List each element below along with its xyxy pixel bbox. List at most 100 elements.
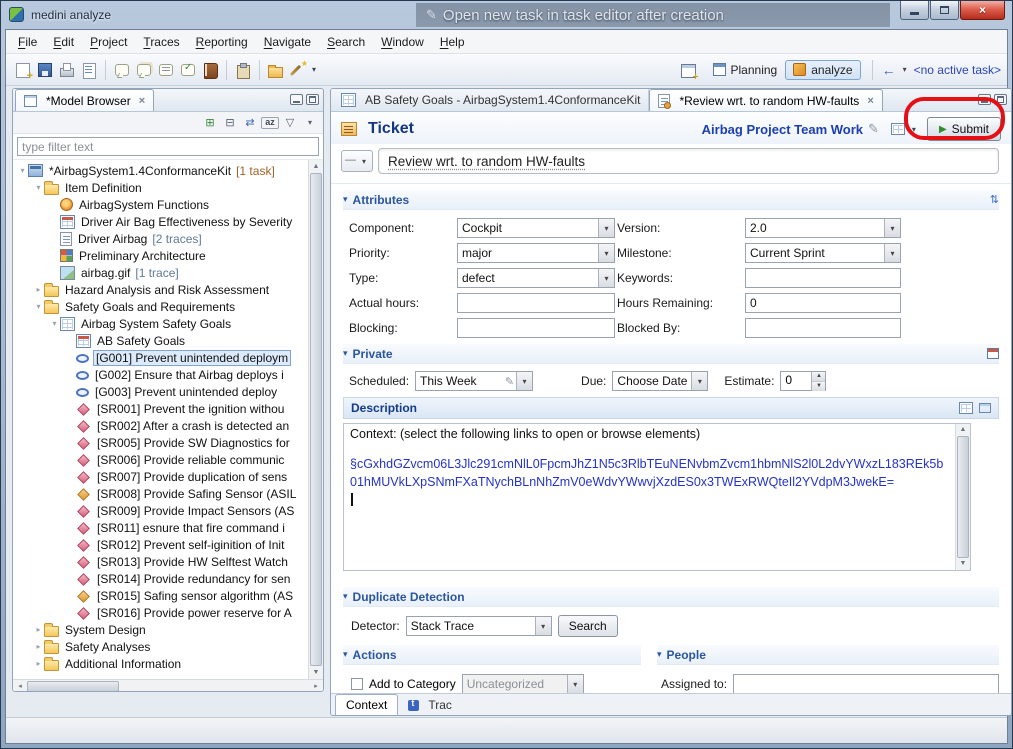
attributes-section-header[interactable]: ▾ Attributes ⇅ xyxy=(343,190,999,210)
tree-item[interactable]: [SR011] esnure that fire command i xyxy=(13,519,307,536)
tree-item[interactable]: ▸Hazard Analysis and Risk Assessment xyxy=(13,281,307,298)
chevron-down-icon[interactable]: ▾ xyxy=(598,244,614,262)
maximize-editor-icon[interactable] xyxy=(994,94,1007,105)
scroll-left-icon[interactable]: ◂ xyxy=(13,680,27,692)
duplicate-detection-section-header[interactable]: ▾ Duplicate Detection xyxy=(343,587,999,607)
assigned-to-input[interactable] xyxy=(733,674,999,693)
back-arrow-icon[interactable]: ← xyxy=(879,60,899,80)
description-section-header[interactable]: Description xyxy=(343,397,999,419)
filter-icon[interactable]: ▽ xyxy=(281,115,299,131)
people-section-header[interactable]: ▾ People xyxy=(657,645,999,665)
filter-input[interactable] xyxy=(17,137,319,156)
chevron-down-icon[interactable]: ▾ xyxy=(884,244,900,262)
tree-item[interactable]: [SR015] Safing sensor algorithm (AS xyxy=(13,587,307,604)
tree-item[interactable]: ▸Safety Analyses xyxy=(13,638,307,655)
scheduled-field[interactable]: This Week ✎ ▾ xyxy=(415,371,533,391)
expand-all-icon[interactable]: ⊞ xyxy=(201,115,219,131)
notebook-icon[interactable] xyxy=(200,60,220,80)
link-editor-icon[interactable]: ⇄ xyxy=(241,115,259,131)
tree-item[interactable]: [G002] Ensure that Airbag deploys i xyxy=(13,366,307,383)
tree-item[interactable]: ▾Item Definition xyxy=(13,179,307,196)
tree-item[interactable]: [G001] Prevent unintended deploym xyxy=(13,349,307,366)
version-field[interactable]: 2.0▾ xyxy=(745,218,901,238)
menu-traces[interactable]: Traces xyxy=(135,32,187,52)
review-icon[interactable] xyxy=(178,60,198,80)
tree-item[interactable]: [SR006] Provide reliable communic xyxy=(13,451,307,468)
edit-repository-icon[interactable]: ✎ xyxy=(868,121,879,137)
tree-item[interactable]: AB Safety Goals xyxy=(13,332,307,349)
model-browser-tab[interactable]: *Model Browser × xyxy=(15,89,154,111)
bottom-tab-trac[interactable]: Trac xyxy=(398,694,462,715)
collapse-all-icon[interactable]: ⊟ xyxy=(221,115,239,131)
edit-schedule-icon[interactable]: ✎ xyxy=(505,375,514,388)
tree-item[interactable]: ▾Airbag System Safety Goals xyxy=(13,315,307,332)
chevron-down-icon[interactable]: ▾ xyxy=(598,269,614,287)
report-icon[interactable] xyxy=(79,60,99,80)
chevron-down-icon[interactable]: ▾ xyxy=(516,372,532,390)
tree-item[interactable]: Preliminary Architecture xyxy=(13,247,307,264)
task-history-caret-icon[interactable]: ▾ xyxy=(903,65,907,74)
private-section-header[interactable]: ▾ Private xyxy=(343,344,999,364)
tree-vertical-scrollbar[interactable]: ▲ ▼ xyxy=(308,160,323,679)
type-field[interactable]: defect▾ xyxy=(457,268,615,288)
tree-item[interactable]: airbag.gif[1 trace] xyxy=(13,264,307,281)
tree-item[interactable]: [SR013] Provide HW Selftest Watch xyxy=(13,553,307,570)
maximize-view-icon[interactable] xyxy=(306,94,319,105)
menu-reporting[interactable]: Reporting xyxy=(188,32,256,52)
scrollbar-thumb[interactable] xyxy=(310,173,322,666)
search-button[interactable]: Search xyxy=(558,615,618,637)
category-field[interactable]: Uncategorized ▾ xyxy=(462,674,584,693)
sort-alpha-icon[interactable]: az xyxy=(261,117,279,129)
tree-horizontal-scrollbar[interactable]: ◂ ▸ xyxy=(13,679,323,692)
estimate-field[interactable]: 0 ▲▼ xyxy=(780,371,826,391)
actual-hours-field[interactable] xyxy=(457,293,615,313)
minimize-button[interactable] xyxy=(900,1,929,20)
tree-item[interactable]: [SR005] Provide SW Diagnostics for xyxy=(13,434,307,451)
menu-window[interactable]: Window xyxy=(373,32,432,52)
minimize-view-icon[interactable] xyxy=(290,94,303,105)
tree-item[interactable]: [SR002] After a crash is detected an xyxy=(13,417,307,434)
spin-down-icon[interactable]: ▼ xyxy=(812,382,825,391)
menu-navigate[interactable]: Navigate xyxy=(256,32,319,52)
tree-item[interactable]: [SR007] Provide duplication of sens xyxy=(13,468,307,485)
detector-field[interactable]: Stack Trace ▾ xyxy=(406,616,552,636)
clipboard-icon[interactable] xyxy=(233,60,253,80)
spinner-buttons[interactable]: ▲▼ xyxy=(811,372,825,390)
menu-file[interactable]: File xyxy=(10,32,45,52)
close-button[interactable]: × xyxy=(960,1,1005,20)
title-bar[interactable]: medini analyze ✎ Open new task in task e… xyxy=(1,1,1012,29)
editor-tab[interactable]: AB Safety Goals - AirbagSystem1.4Conform… xyxy=(333,89,649,111)
chevron-down-icon[interactable]: ▾ xyxy=(691,372,707,390)
chevron-down-icon[interactable]: ▾ xyxy=(598,219,614,237)
scroll-right-icon[interactable]: ▸ xyxy=(309,680,323,692)
discussion-icon[interactable] xyxy=(156,60,176,80)
view-menu-icon[interactable]: ▾ xyxy=(301,115,319,131)
description-scrollbar[interactable]: ▲ ▼ xyxy=(955,424,970,570)
refresh-attributes-icon[interactable]: ⇅ xyxy=(990,193,999,206)
milestone-field[interactable]: Current Sprint▾ xyxy=(745,243,901,263)
collapse-section-icon[interactable] xyxy=(979,403,991,413)
actions-section-header[interactable]: ▾ Actions xyxy=(343,645,641,665)
tree-item[interactable]: ▸Additional Information xyxy=(13,655,307,672)
scroll-up-icon[interactable]: ▲ xyxy=(309,160,323,173)
bottom-tab-context[interactable]: Context xyxy=(335,694,398,715)
description-table-icon[interactable] xyxy=(959,402,973,414)
expanded-arrow-icon[interactable]: ▾ xyxy=(33,183,44,192)
hours-remaining-field[interactable]: 0 xyxy=(745,293,901,313)
perspective-analyze[interactable]: analyze xyxy=(785,60,860,80)
tree-item[interactable]: [SR016] Provide power reserve for A xyxy=(13,604,307,621)
collapsed-arrow-icon[interactable]: ▸ xyxy=(33,285,44,294)
spin-up-icon[interactable]: ▲ xyxy=(812,372,825,382)
maximize-button[interactable] xyxy=(930,1,959,20)
new-wizard-icon[interactable] xyxy=(13,60,33,80)
perspective-planning[interactable]: Planning xyxy=(705,60,786,80)
close-view-icon[interactable]: × xyxy=(139,95,145,107)
tree-item[interactable]: [G003] Prevent unintended deploy xyxy=(13,383,307,400)
open-folder-icon[interactable] xyxy=(266,60,286,80)
layout-grid-icon[interactable] xyxy=(891,123,905,135)
comment-icon[interactable] xyxy=(112,60,132,80)
submit-button[interactable]: ▶ Submit xyxy=(927,117,1001,141)
blocked-by-field[interactable] xyxy=(745,318,901,338)
scroll-down-icon[interactable]: ▼ xyxy=(956,558,970,570)
print-icon[interactable] xyxy=(57,60,77,80)
